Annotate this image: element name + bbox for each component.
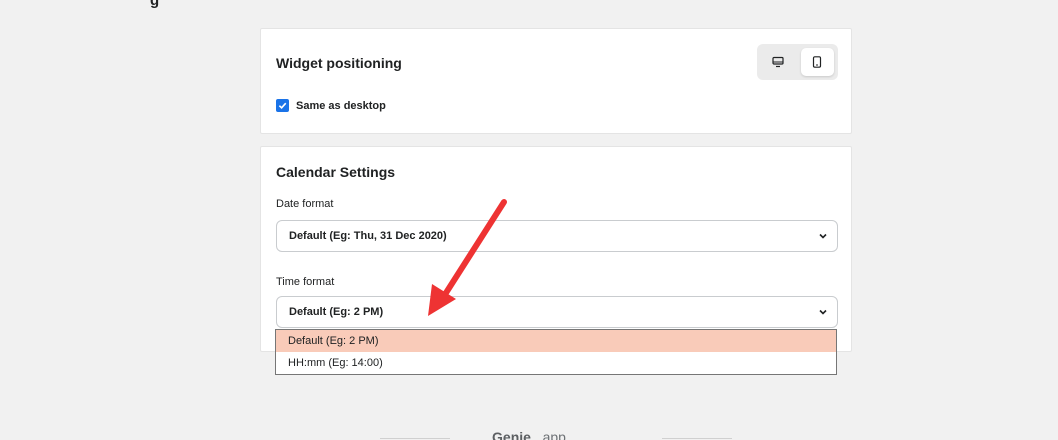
footer-brand-name: Genie bbox=[492, 429, 531, 440]
calendar-settings-card: Calendar Settings Date format Default (E… bbox=[260, 146, 852, 352]
desktop-view-button[interactable] bbox=[761, 48, 795, 76]
time-format-option-hhmm[interactable]: HH:mm (Eg: 14:00) bbox=[276, 352, 836, 374]
page-heading-clipped: g bbox=[150, 0, 160, 9]
date-format-label: Date format bbox=[276, 198, 334, 210]
date-format-select[interactable]: Default (Eg: Thu, 31 Dec 2020) bbox=[276, 220, 838, 252]
annotation-arrow-icon bbox=[428, 199, 507, 316]
time-format-select[interactable]: Default (Eg: 2 PM) bbox=[276, 296, 838, 328]
calendar-settings-title: Calendar Settings bbox=[276, 164, 396, 180]
footer-brand: Genie . app bbox=[0, 429, 1058, 440]
same-as-desktop-label: Same as desktop bbox=[296, 99, 386, 112]
checkmark-icon bbox=[278, 102, 287, 110]
time-format-value: Default (Eg: 2 PM) bbox=[289, 306, 384, 318]
device-toggle bbox=[757, 44, 838, 80]
widget-positioning-card: Widget positioning Same as desktop bbox=[260, 28, 852, 134]
time-format-label: Time format bbox=[276, 276, 335, 288]
same-as-desktop-checkbox[interactable] bbox=[276, 99, 289, 112]
chevron-down-icon bbox=[819, 233, 827, 239]
footer-brand-suffix: . app bbox=[530, 429, 566, 440]
widget-positioning-title: Widget positioning bbox=[276, 55, 402, 71]
desktop-icon bbox=[772, 56, 784, 68]
mobile-icon bbox=[813, 56, 822, 68]
time-format-dropdown-list: Default (Eg: 2 PM) HH:mm (Eg: 14:00) bbox=[275, 329, 837, 375]
same-as-desktop-row: Same as desktop bbox=[276, 99, 386, 112]
chevron-down-icon bbox=[819, 309, 827, 315]
mobile-view-button[interactable] bbox=[800, 48, 834, 76]
time-format-option-default[interactable]: Default (Eg: 2 PM) bbox=[276, 330, 836, 352]
